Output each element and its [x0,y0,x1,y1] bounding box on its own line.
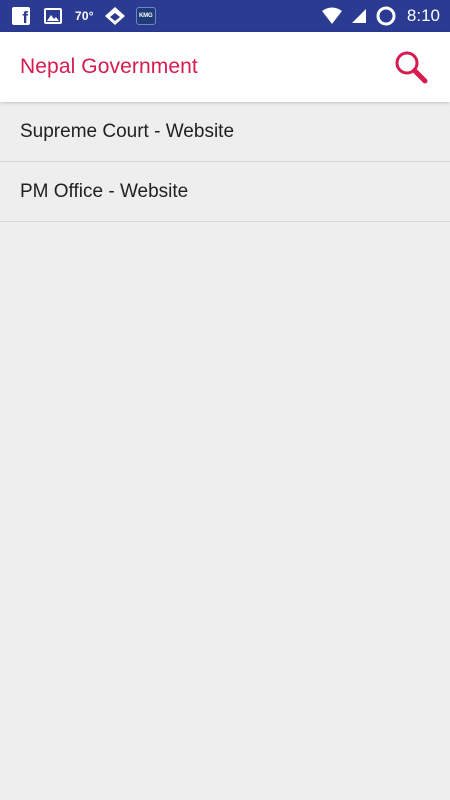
app-bar: Nepal Government [0,32,450,102]
search-button[interactable] [392,48,430,86]
list-item-pm-office[interactable]: PM Office - Website [0,162,450,222]
facebook-icon: f [12,0,44,32]
kmg-app-icon: KMG [135,0,156,32]
cell-signal-icon [351,0,367,32]
website-list: Supreme Court - Website PM Office - Webs… [0,102,450,222]
search-icon [395,51,428,84]
list-item-label: PM Office - Website [20,180,189,202]
sync-icon [375,0,397,32]
gallery-icon [44,0,62,32]
status-bar: f 70° KMG 8:10 [0,0,450,32]
list-item-label: Supreme Court - Website [20,120,235,142]
wifi-icon [321,0,343,32]
app-title: Nepal Government [20,55,198,78]
kmg-badge: KMG [135,7,156,25]
list-item-supreme-court[interactable]: Supreme Court - Website [0,102,450,162]
notification-icons: f 70° KMG [12,0,156,32]
system-icons: 8:10 [321,0,440,32]
clock: 8:10 [406,6,440,25]
diamond-app-icon [104,0,126,32]
temperature-text: 70° [75,9,94,23]
